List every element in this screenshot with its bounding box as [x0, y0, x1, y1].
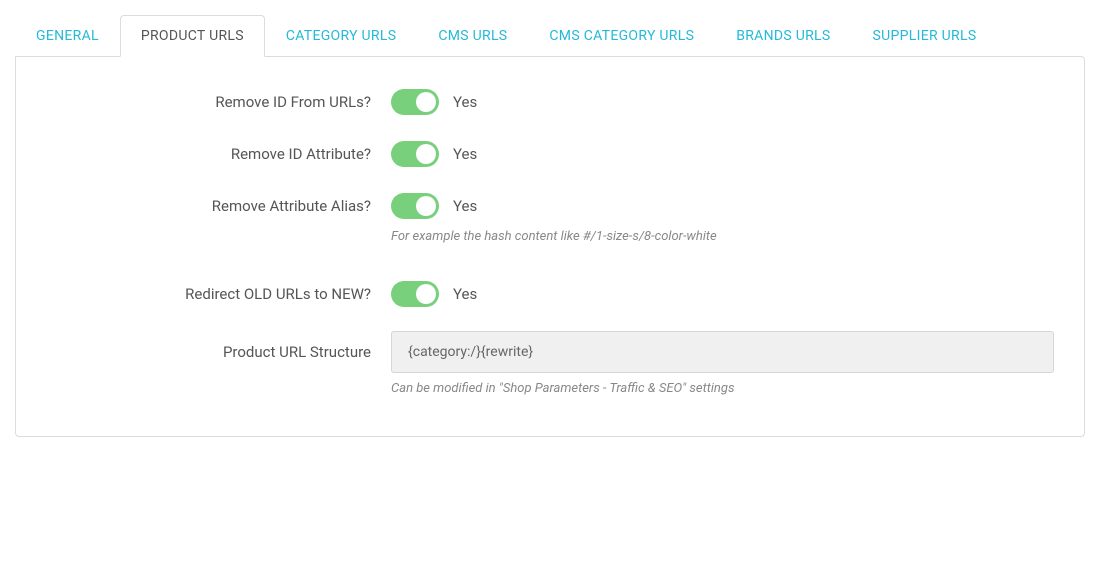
toggle-knob-icon [416, 144, 436, 164]
toggle-remove-id[interactable] [391, 89, 439, 115]
input-url-structure[interactable] [391, 331, 1054, 373]
helper-url-structure: Can be modified in "Shop Parameters - Tr… [391, 381, 1054, 396]
row-remove-id: Remove ID From URLs? Yes [46, 87, 1054, 117]
label-remove-id-attr: Remove ID Attribute? [46, 139, 391, 163]
row-remove-attr-alias: Remove Attribute Alias? Yes For example … [46, 191, 1054, 244]
toggle-state-remove-id: Yes [453, 93, 477, 111]
tab-cms-category-urls[interactable]: CMS Category URLs [528, 15, 715, 57]
toggle-knob-icon [416, 196, 436, 216]
label-url-structure: Product URL Structure [46, 331, 391, 361]
toggle-knob-icon [416, 284, 436, 304]
tab-product-urls[interactable]: Product URLs [120, 15, 265, 57]
tab-supplier-urls[interactable]: Supplier URLs [852, 15, 998, 57]
toggle-knob-icon [416, 92, 436, 112]
tab-bar: General Product URLs Category URLs CMS U… [15, 15, 1085, 57]
helper-remove-attr-alias: For example the hash content like #/1-si… [391, 229, 1054, 244]
tab-brands-urls[interactable]: Brands URLs [715, 15, 851, 57]
row-remove-id-attr: Remove ID Attribute? Yes [46, 139, 1054, 169]
settings-panel: Remove ID From URLs? Yes Remove ID Attri… [15, 56, 1085, 437]
label-redirect-old: Redirect OLD URLs to NEW? [46, 279, 391, 303]
toggle-redirect-old[interactable] [391, 281, 439, 307]
label-remove-id: Remove ID From URLs? [46, 87, 391, 111]
toggle-state-remove-attr-alias: Yes [453, 197, 477, 215]
label-remove-attr-alias: Remove Attribute Alias? [46, 191, 391, 215]
toggle-state-remove-id-attr: Yes [453, 145, 477, 163]
toggle-remove-id-attr[interactable] [391, 141, 439, 167]
toggle-state-redirect-old: Yes [453, 285, 477, 303]
tab-general[interactable]: General [15, 15, 120, 57]
tab-cms-urls[interactable]: CMS URLs [417, 15, 528, 57]
tab-category-urls[interactable]: Category URLs [265, 15, 417, 57]
row-url-structure: Product URL Structure Can be modified in… [46, 331, 1054, 396]
row-redirect-old: Redirect OLD URLs to NEW? Yes [46, 279, 1054, 309]
toggle-remove-attr-alias[interactable] [391, 193, 439, 219]
